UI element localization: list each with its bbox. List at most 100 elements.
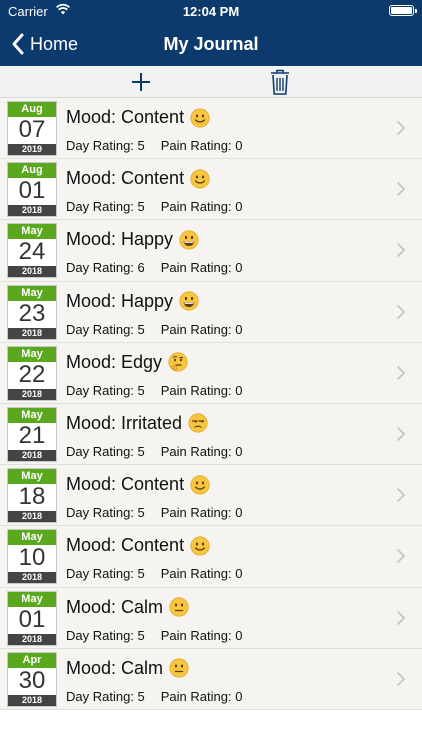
journal-entry-row[interactable]: Aug 01 2018 Mood: Content Day Rating: 5 Pain … — [0, 159, 422, 221]
grinning-face-icon — [179, 230, 199, 250]
entry-month: May — [8, 407, 56, 423]
calendar-date-icon: May 23 2018 — [7, 284, 57, 340]
entry-ratings: Day Rating: 5 Pain Rating: 0 — [66, 383, 242, 398]
entry-day: 21 — [18, 421, 46, 449]
entry-month: May — [8, 224, 56, 240]
entry-month: Aug — [8, 163, 56, 179]
journal-entry-row[interactable]: May 21 2018 Mood: Irritated Day Rating: 5 Pai… — [0, 403, 422, 466]
chevron-right-icon — [397, 610, 405, 625]
entry-day-rating: Day Rating: 5 — [66, 382, 145, 398]
entry-mood: Mood: Content — [66, 107, 210, 128]
journal-entry-row[interactable]: May 01 2018 Mood: Calm Day Rating: 5 Pain Rat… — [0, 587, 422, 649]
entry-mood-label: Mood: Edgy — [66, 351, 163, 372]
entry-mood: Mood: Calm — [66, 597, 189, 618]
neutral-face-icon — [169, 597, 189, 617]
entry-pain-rating: Pain Rating: 0 — [160, 199, 243, 215]
entry-mood-label: Mood: Irritated — [66, 412, 183, 433]
slightly-smiling-face-icon — [190, 169, 210, 189]
entry-day: 22 — [18, 360, 46, 388]
entry-pain-rating: Pain Rating: 0 — [160, 382, 243, 398]
entry-ratings: Day Rating: 5 Pain Rating: 0 — [66, 444, 242, 459]
neutral-face-icon — [169, 658, 189, 678]
slightly-smiling-face-icon — [190, 107, 210, 128]
entry-mood: Mood: Happy — [66, 229, 199, 250]
entry-ratings: Day Rating: 5 Pain Rating: 0 — [66, 138, 242, 153]
entry-day-rating: Day Rating: 5 — [66, 505, 145, 521]
entry-pain-rating: Pain Rating: 0 — [160, 505, 243, 521]
entry-day: 07 — [18, 116, 46, 143]
journal-entry-row[interactable]: May 24 2018 Mood: Happy Day Rating: 6 Pain Ra… — [0, 220, 422, 282]
entry-year: 2018 — [8, 388, 56, 400]
calendar-date-icon: May 22 2018 — [7, 345, 57, 401]
entry-mood-label: Mood: Happy — [66, 290, 174, 311]
journal-entry-row[interactable]: May 22 2018 Mood: Edgy Day Rating: 5 Pain Rat… — [0, 342, 422, 404]
entry-mood-label: Mood: Content — [66, 535, 185, 556]
entry-year: 2018 — [8, 572, 56, 584]
slightly-smiling-face-icon — [190, 475, 210, 495]
entry-year: 2018 — [8, 266, 56, 278]
chevron-right-icon — [397, 304, 405, 319]
entry-ratings: Day Rating: 6 Pain Rating: 0 — [66, 260, 242, 275]
chevron-right-icon — [397, 182, 405, 197]
entry-pain-rating: Pain Rating: 0 — [160, 688, 243, 704]
entry-pain-rating: Pain Rating: 0 — [160, 566, 243, 582]
entry-pain-rating: Pain Rating: 0 — [160, 138, 243, 153]
entry-year: 2018 — [8, 327, 56, 339]
battery-icon — [389, 5, 417, 16]
entry-ratings: Day Rating: 5 Pain Rating: 0 — [66, 689, 242, 704]
journal-entry-row[interactable]: May 23 2018 Mood: Happy Day Rating: 5 Pain Ra… — [0, 281, 422, 343]
calendar-date-icon: Aug 07 2019 — [7, 101, 57, 156]
plus-icon[interactable] — [129, 70, 153, 94]
calendar-date-icon: May 21 2018 — [7, 406, 57, 462]
chevron-right-icon — [397, 549, 405, 564]
chevron-right-icon — [397, 427, 405, 441]
entry-day-rating: Day Rating: 5 — [66, 566, 145, 582]
entry-pain-rating: Pain Rating: 0 — [160, 627, 243, 643]
entry-day-rating: Day Rating: 5 — [66, 688, 145, 704]
entry-day-rating: Day Rating: 5 — [66, 199, 145, 215]
journal-entry-row[interactable]: Apr 30 2018 Mood: Calm Day Rating: 5 Pain Rat… — [0, 648, 422, 710]
chevron-right-icon — [397, 488, 405, 503]
entry-day: 23 — [18, 299, 46, 327]
toolbar — [0, 66, 422, 98]
navigation-bar: Carrier 12:04 PM Home My Journal — [0, 0, 422, 66]
entry-mood: Mood: Calm — [66, 658, 189, 679]
chevron-right-icon — [397, 365, 405, 380]
entry-pain-rating: Pain Rating: 0 — [160, 321, 243, 337]
entry-month: Aug — [8, 102, 56, 117]
slightly-smiling-face-icon — [190, 536, 210, 556]
entry-mood-label: Mood: Calm — [66, 657, 164, 678]
entry-day-rating: Day Rating: 5 — [66, 443, 145, 459]
entry-day-rating: Day Rating: 5 — [66, 627, 145, 643]
entry-year: 2018 — [8, 449, 56, 461]
entry-year: 2018 — [8, 511, 56, 523]
calendar-date-icon: Aug 01 2018 — [7, 162, 57, 218]
journal-entry-row[interactable]: May 10 2018 Mood: Content Day Rating: 5 Pain … — [0, 526, 422, 588]
entry-month: May — [8, 285, 56, 301]
grinning-face-icon — [179, 291, 199, 311]
entry-day: 24 — [18, 238, 46, 266]
thinking-face-icon — [168, 352, 188, 372]
status-bar: Carrier 12:04 PM — [0, 0, 422, 22]
entry-ratings: Day Rating: 5 Pain Rating: 0 — [66, 505, 242, 520]
entry-day: 01 — [18, 605, 46, 633]
chevron-right-icon — [397, 243, 405, 258]
nav-header: Home My Journal — [0, 22, 422, 66]
journal-list: Aug 07 2019 Mood: Content Day Rating: 5 Pain … — [0, 98, 422, 710]
entry-month: May — [8, 469, 56, 485]
journal-entry-row[interactable]: Aug 07 2019 Mood: Content Day Rating: 5 Pain … — [0, 98, 422, 160]
page-title: My Journal — [163, 34, 259, 54]
entry-year: 2018 — [8, 633, 56, 645]
entry-mood-label: Mood: Content — [66, 107, 185, 127]
trash-icon[interactable] — [269, 68, 291, 96]
entry-ratings: Day Rating: 5 Pain Rating: 0 — [66, 628, 242, 643]
journal-entry-row[interactable]: May 18 2018 Mood: Content Day Rating: 5 Pain … — [0, 465, 422, 527]
entry-year: 2018 — [8, 694, 56, 706]
entry-mood: Mood: Edgy — [66, 352, 188, 373]
unamused-face-icon — [188, 413, 208, 434]
entry-day: 30 — [18, 666, 46, 694]
calendar-date-icon: May 01 2018 — [7, 590, 57, 646]
entry-mood-label: Mood: Happy — [66, 229, 174, 250]
calendar-date-icon: May 24 2018 — [7, 223, 57, 279]
calendar-date-icon: May 10 2018 — [7, 529, 57, 585]
